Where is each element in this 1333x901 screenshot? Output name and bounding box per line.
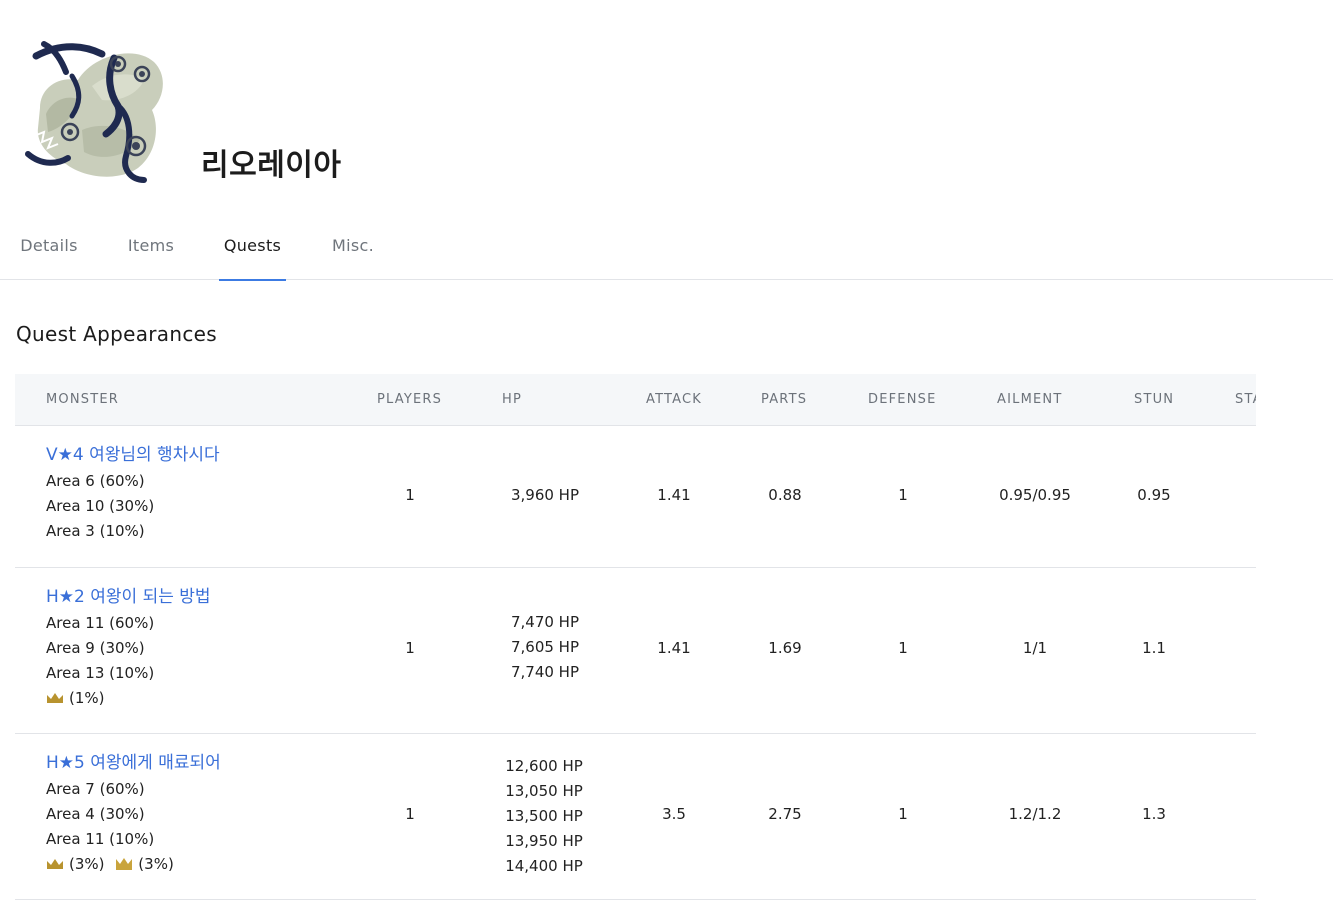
hp-value: 7,740 HP [510, 663, 580, 681]
ailment-value: 0.95/0.95 [999, 486, 1071, 504]
stun-value: 1.1 [1142, 639, 1166, 657]
table-row: H★5 여왕에게 매료되어 Area 7 (60%) Area 4 (30%) … [15, 734, 1256, 900]
hp-value: 13,950 HP [505, 832, 583, 850]
header-attack: ATTACK [646, 392, 702, 407]
header-parts: PARTS [761, 392, 808, 407]
area-line: Area 6 (60%) [46, 472, 145, 490]
monster-name: 리오레이아 [201, 148, 342, 183]
area-line: Area 3 (10%) [46, 522, 145, 540]
attack-value: 1.41 [657, 486, 691, 504]
section-title: Quest Appearances [16, 322, 217, 346]
hp-value: 7,470 HP [510, 613, 580, 631]
hp-value: 7,605 HP [510, 638, 580, 656]
attack-value: 3.5 [662, 805, 686, 823]
table-row: H★2 여왕이 되는 방법 Area 11 (60%) Area 9 (30%)… [15, 568, 1256, 734]
mini-crown-icon [47, 693, 63, 703]
quest-table: MONSTER PLAYERS HP ATTACK PARTS DEFENSE … [15, 374, 1256, 901]
header-players: PLAYERS [377, 392, 443, 407]
crown-line: (1%) [46, 686, 211, 711]
players-value: 1 [405, 805, 415, 823]
players-value: 1 [405, 639, 415, 657]
hp-value: 13,500 HP [505, 807, 583, 825]
crown-chance: (3%) [138, 855, 174, 873]
header-stun: STUN [1134, 392, 1175, 407]
tab-quests[interactable]: Quests [219, 218, 286, 281]
ailment-value: 1.2/1.2 [1008, 805, 1062, 823]
hp-values: 7,470 HP 7,605 HP 7,740 HP [495, 610, 595, 685]
area-line: Area 4 (30%) [46, 805, 145, 823]
header-defense: DEFENSE [868, 392, 937, 407]
parts-value: 0.88 [768, 486, 802, 504]
crown-chance: (3%) [69, 855, 105, 873]
area-line: Area 13 (10%) [46, 664, 155, 682]
hp-value: 13,050 HP [505, 782, 583, 800]
table-header: MONSTER PLAYERS HP ATTACK PARTS DEFENSE … [15, 374, 1256, 426]
header-ailment: AILMENT [997, 392, 1063, 407]
attack-value: 1.41 [657, 639, 691, 657]
crown-line: (3%) (3%) [46, 852, 221, 877]
table-row: V★4 여왕님의 행차시다 Area 6 (60%) Area 10 (30%)… [15, 426, 1256, 568]
monster-cell: V★4 여왕님의 행차시다 Area 6 (60%) Area 10 (30%)… [46, 443, 220, 544]
area-line: Area 11 (10%) [46, 830, 155, 848]
monster-cell: H★5 여왕에게 매료되어 Area 7 (60%) Area 4 (30%) … [46, 751, 221, 877]
quest-link[interactable]: H★5 여왕에게 매료되어 [46, 751, 221, 776]
monster-cell: H★2 여왕이 되는 방법 Area 11 (60%) Area 9 (30%)… [46, 585, 211, 711]
hp-value: 12,600 HP [505, 757, 583, 775]
parts-value: 2.75 [768, 805, 802, 823]
hp-values: 12,600 HP 13,050 HP 13,500 HP 13,950 HP … [494, 754, 594, 879]
stun-value: 1.3 [1142, 805, 1166, 823]
tab-bar: Details Items Quests Misc. [0, 218, 1333, 281]
tab-details[interactable]: Details [14, 218, 84, 280]
header-stamina: STA [1235, 392, 1256, 407]
monster-icon [22, 36, 170, 184]
tab-items[interactable]: Items [118, 218, 184, 280]
gold-crown-icon [116, 858, 133, 870]
area-line: Area 11 (60%) [46, 614, 155, 632]
hp-value: 14,400 HP [505, 857, 583, 875]
ailment-value: 1/1 [1022, 639, 1048, 657]
mini-crown-icon [47, 859, 63, 869]
area-line: Area 9 (30%) [46, 639, 145, 657]
header-monster: MONSTER [46, 392, 120, 407]
crown-chance: (1%) [69, 689, 105, 707]
stun-value: 0.95 [1137, 486, 1171, 504]
area-line: Area 10 (30%) [46, 497, 155, 515]
stamina-value: 0 [1245, 486, 1256, 504]
players-value: 1 [405, 486, 415, 504]
area-line: Area 7 (60%) [46, 780, 145, 798]
hp-value: 3,960 HP [510, 486, 580, 504]
quest-link[interactable]: H★2 여왕이 되는 방법 [46, 585, 211, 610]
defense-value: 1 [898, 805, 908, 823]
parts-value: 1.69 [768, 639, 802, 657]
quest-link[interactable]: V★4 여왕님의 행차시다 [46, 443, 220, 468]
header-hp: HP [502, 392, 523, 407]
defense-value: 1 [898, 486, 908, 504]
defense-value: 1 [898, 639, 908, 657]
tab-misc[interactable]: Misc. [322, 218, 384, 280]
